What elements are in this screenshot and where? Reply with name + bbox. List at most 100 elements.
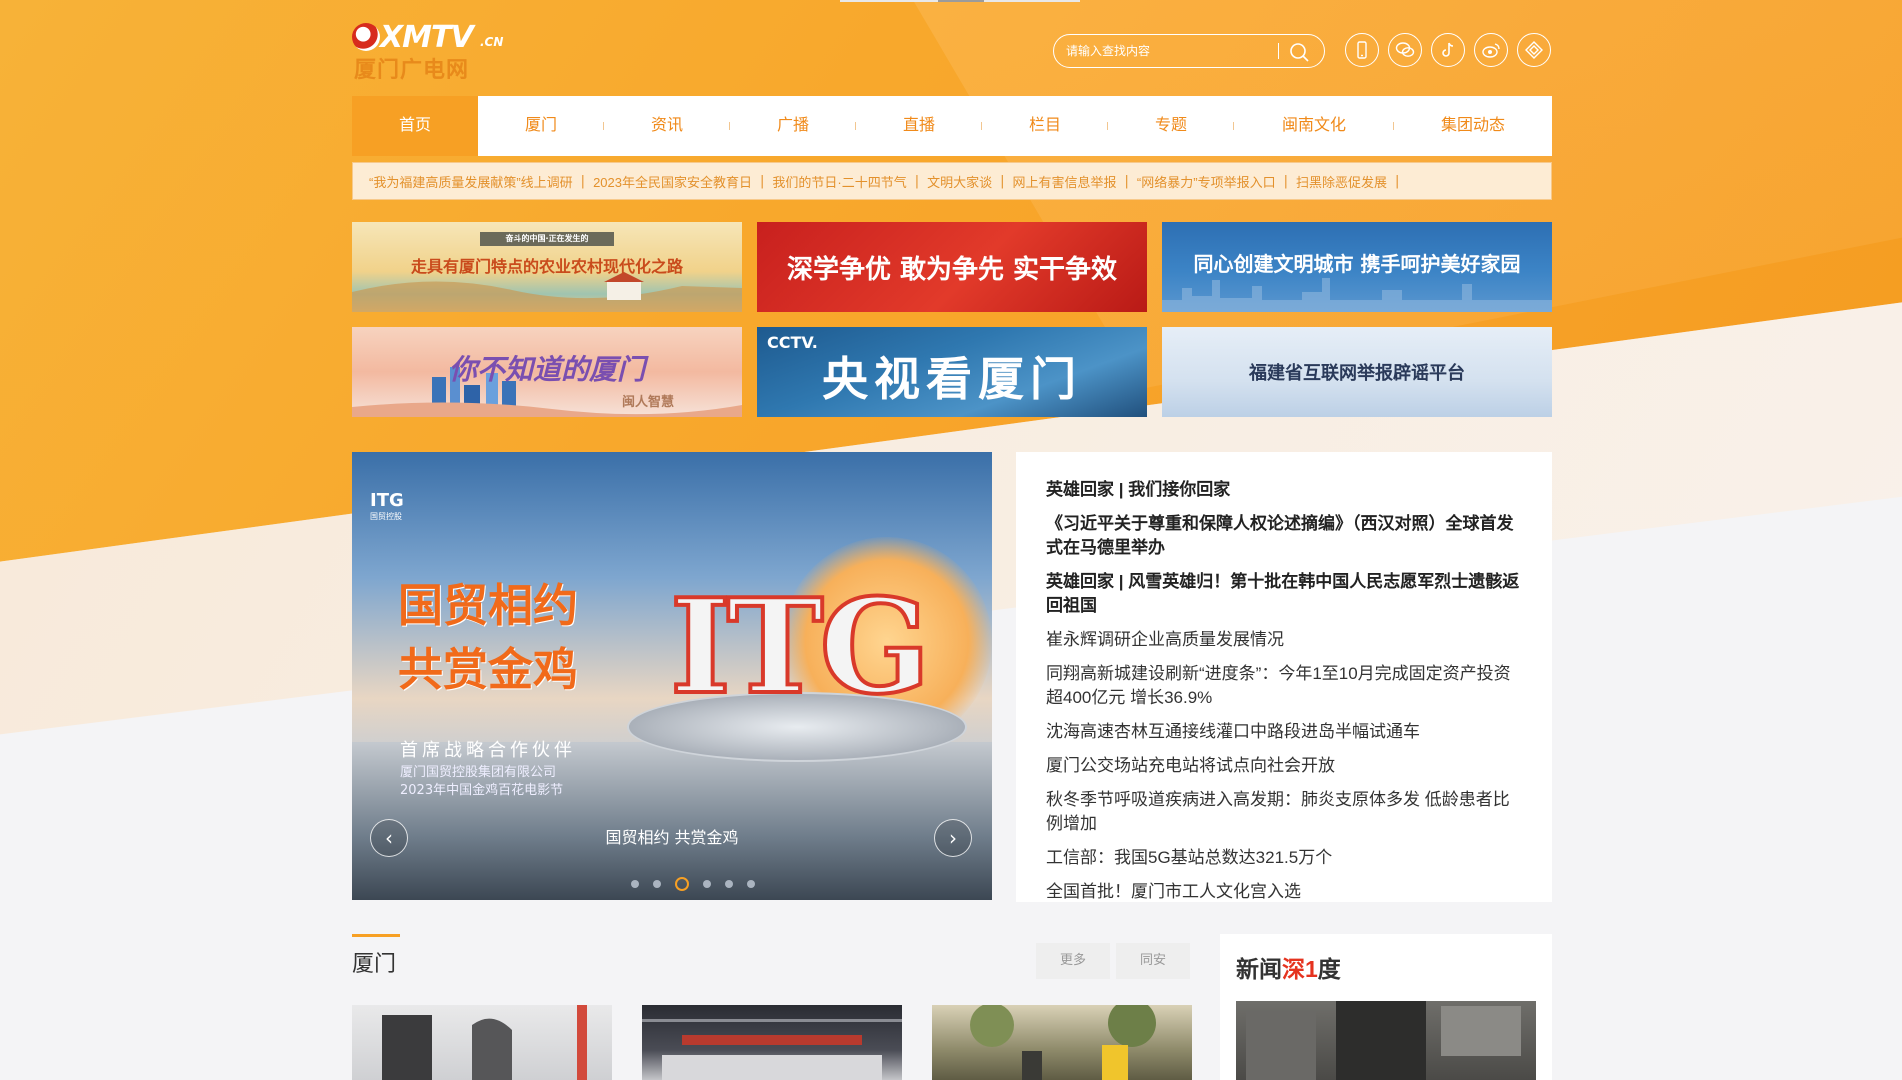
headline-item[interactable]: 工信部：我国5G基站总数达321.5万个 (1046, 846, 1520, 870)
tiktok-icon (1442, 42, 1454, 57)
quick-link[interactable]: 文明大家谈 (927, 172, 992, 191)
nav-label: 闽南文化 (1281, 117, 1346, 134)
nav-label: 首页 (398, 117, 431, 134)
quick-link[interactable]: 2023年全民国家安全教育日 (593, 172, 752, 191)
carousel-prev-button[interactable]: ‹ (370, 819, 408, 857)
section-accent-line (352, 934, 400, 937)
hero-brand-sub: 国贸控股 (370, 512, 402, 521)
carousel-dot[interactable] (631, 880, 639, 888)
carousel-dots (631, 877, 755, 891)
site-logo[interactable]: XMTV .CN 厦门广电网 (352, 18, 512, 83)
nav-item-xiamen[interactable]: 厦门 (478, 96, 604, 156)
quick-link[interactable]: “我为福建高质量发展献策”线上调研 (369, 172, 573, 191)
search-box (1053, 34, 1325, 68)
banner-text: 走具有厦门特点的农业农村现代化之路 (410, 257, 683, 276)
thumbnail-graphic (642, 1019, 902, 1080)
section-tab-tongan[interactable]: 同安 (1116, 943, 1190, 979)
wechat-icon (1395, 42, 1415, 57)
banner-tag: 闽人智慧 (622, 395, 675, 410)
nav-item-home[interactable]: 首页 (352, 96, 478, 156)
banner-text: 福建省互联网举报辟谣平台 (1249, 363, 1465, 384)
headline-item[interactable]: 崔永辉调研企业高质量发展情况 (1046, 628, 1520, 652)
headline-list: 英雄回家 | 我们接你回家 《习近平关于尊重和保障人权论述摘编》（西汉对照）全球… (1016, 452, 1552, 902)
news-thumbnail[interactable] (932, 1005, 1192, 1080)
phone-icon (1357, 41, 1367, 59)
carousel-dot[interactable] (747, 880, 755, 888)
hero-brand-name: ITG (370, 490, 404, 511)
nav-label: 集团动态 (1440, 117, 1505, 134)
nav-item-culture[interactable]: 闽南文化 (1234, 96, 1394, 156)
hero-caption: 国贸相约 共赏金鸡 (605, 828, 739, 847)
banner-text: 同心创建文明城市 携手呵护美好家园 (1193, 251, 1521, 276)
news-deep-panel: 新闻深1度 (1220, 934, 1552, 1080)
headline-item[interactable]: 英雄回家 | 我们接你回家 (1046, 478, 1520, 502)
news-deep-title[interactable]: 新闻深1度 (1236, 950, 1341, 984)
nav-item-live[interactable]: 直播 (856, 96, 982, 156)
headline-item[interactable]: 沈海高速杏林互通接线灌口中路段进岛半幅试通车 (1046, 720, 1520, 744)
nav-label: 直播 (902, 117, 935, 134)
app-link[interactable] (1517, 33, 1551, 67)
nav-label: 专题 (1154, 117, 1187, 134)
weibo-link[interactable] (1474, 33, 1508, 67)
news-deep-title-post: 度 (1317, 956, 1341, 982)
headline-item[interactable]: 英雄回家 | 风雪英雄归！第十批在韩中国人民志愿军烈士遗骸返回祖国 (1046, 570, 1520, 618)
section-more-button[interactable]: 更多 (1036, 943, 1110, 979)
quick-link[interactable]: 网上有害信息举报 (1013, 172, 1117, 191)
hero-sub-lines: 厦门国贸控股集团有限公司 2023年中国金鸡百花电影节 (400, 764, 563, 800)
news-deep-title-pre: 新闻 (1236, 956, 1282, 982)
quick-link[interactable]: 我们的节日·二十四节气 (772, 172, 906, 191)
news-deep-thumbnail[interactable] (1236, 1001, 1536, 1080)
banner-report-rumor[interactable]: 福建省互联网举报辟谣平台 (1162, 327, 1552, 417)
search-divider (1278, 43, 1279, 59)
nav-label: 厦门 (524, 117, 557, 134)
hero-brand: ITG 国贸控股 (370, 490, 404, 522)
nav-item-news[interactable]: 资讯 (604, 96, 730, 156)
banner-tag: 奋斗的中国·正在发生的 (480, 232, 614, 246)
headline-item[interactable]: 秋冬季节呼吸道疾病进入高发期：肺炎支原体多发 低龄患者比例增加 (1046, 788, 1520, 836)
news-thumbnail[interactable] (352, 1005, 612, 1080)
news-deep-title-accent: 深1 (1282, 956, 1318, 982)
search-input[interactable] (1066, 41, 1276, 61)
carousel-dot-active[interactable] (675, 877, 689, 891)
carousel-dot[interactable] (703, 880, 711, 888)
hero-slogan-line: 共赏金鸡 (398, 643, 579, 696)
banner-text: 央视看厦门 (822, 352, 1082, 406)
nav-item-radio[interactable]: 广播 (730, 96, 856, 156)
quick-link[interactable]: “网络暴力”专项举报入口 (1137, 172, 1276, 191)
top-tab-marker (984, 0, 1080, 2)
banner-study[interactable]: 深学争优 敢为争先 实干争效 (757, 222, 1147, 312)
nav-item-group[interactable]: 集团动态 (1394, 96, 1552, 156)
wechat-link[interactable] (1388, 33, 1422, 67)
app-icon (1525, 41, 1543, 59)
search-button[interactable] (1286, 39, 1312, 65)
thumbnail-graphic (382, 1005, 587, 1080)
carousel-dot[interactable] (653, 880, 661, 888)
chevron-right-icon: › (949, 826, 957, 850)
banner-unknown-xiamen[interactable]: 你不知道的厦门 闽人智慧 (352, 327, 742, 417)
quick-links-bar: “我为福建高质量发展献策”线上调研 | 2023年全民国家安全教育日 | 我们的节日… (352, 162, 1552, 200)
headline-item[interactable]: 厦门公交场站充电站将试点向社会开放 (1046, 754, 1520, 778)
thumbnail-graphic (970, 1005, 1156, 1080)
hero-sub-line: 2023年中国金鸡百花电影节 (400, 783, 564, 798)
banner-text: 深学争优 敢为争先 实干争效 (786, 254, 1118, 285)
carousel-next-button[interactable]: › (934, 819, 972, 857)
logo-domain-text: .CN (480, 35, 504, 49)
banner-landscape-graphic (352, 272, 742, 312)
tiktok-link[interactable] (1431, 33, 1465, 67)
headline-item[interactable]: 《习近平关于尊重和保障人权论述摘编》（西汉对照）全球首发式在马德里举办 (1046, 512, 1520, 560)
banner-cctv[interactable]: CCTV. 央视看厦门 (757, 327, 1147, 417)
page: XMTV .CN 厦门广电网 请输入查找内容 首页 厦门 资讯 广播 直播 栏目… (0, 0, 1902, 1080)
news-thumbnail[interactable] (642, 1005, 902, 1080)
nav-item-columns[interactable]: 栏目 (982, 96, 1108, 156)
main-nav: 首页 厦门 资讯 广播 直播 栏目 专题 闽南文化 集团动态 (352, 96, 1552, 156)
banner-civilization[interactable]: 同心创建文明城市 携手呵护美好家园 (1162, 222, 1552, 312)
headline-item[interactable]: 同翔高新城建设刷新“进度条”：今年1至10月完成固定资产投资超400亿元 增长3… (1046, 662, 1520, 710)
hero-carousel[interactable]: ITG ITG 国贸控股 国贸相约 共赏金鸡 首席战略合作伙伴 厦门国贸控股集团… (352, 452, 992, 900)
quick-link[interactable]: 扫黑除恶促发展 (1296, 172, 1387, 191)
mobile-link[interactable] (1345, 33, 1379, 67)
banner-agriculture[interactable]: 奋斗的中国·正在发生的 走具有厦门特点的农业农村现代化之路 (352, 222, 742, 312)
carousel-dot[interactable] (725, 880, 733, 888)
nav-item-topics[interactable]: 专题 (1108, 96, 1234, 156)
headline-item[interactable]: 全国首批！厦门市工人文化宫入选 (1046, 880, 1520, 902)
banner-tag: CCTV. (767, 333, 818, 352)
